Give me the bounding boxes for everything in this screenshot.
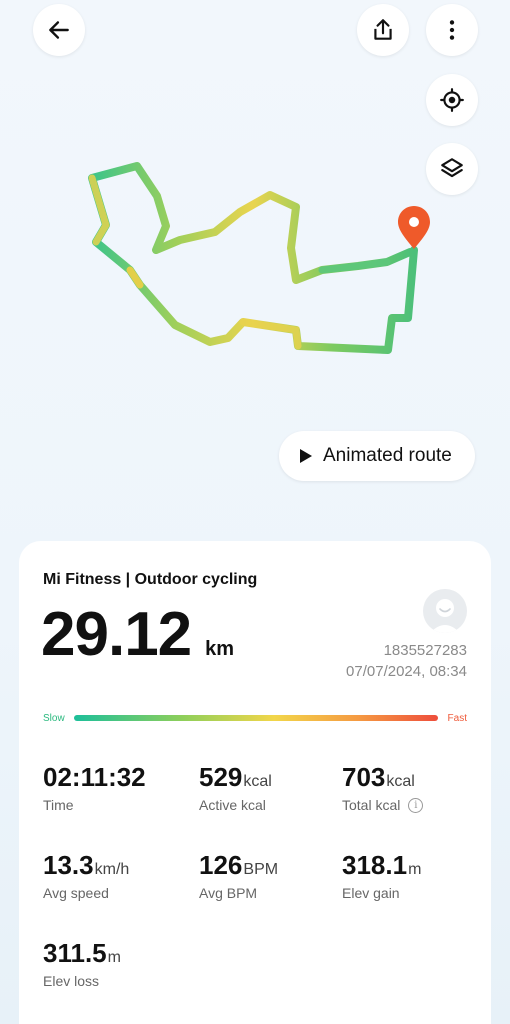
stat-label: Total kcal i [342, 797, 424, 813]
stat-value: 703kcal [342, 762, 415, 792]
stat-value: 311.5m [43, 938, 121, 968]
stat-label: Avg BPM [199, 885, 258, 901]
stat-avg-speed: 13.3km/h Avg speed [43, 850, 129, 901]
distance-value: 29.12 [41, 600, 192, 669]
user-id: 1835527283 [383, 642, 467, 659]
stat-value: 13.3km/h [43, 850, 130, 880]
stat-time: 02:11:32 Time [43, 762, 147, 813]
animated-route-button[interactable]: Animated route [279, 431, 475, 481]
workout-type-title: Mi Fitness | Outdoor cycling [43, 571, 258, 588]
map-layers-button[interactable] [426, 143, 478, 195]
workout-datetime: 07/07/2024, 08:34 [346, 663, 467, 680]
stat-label: Time [43, 797, 74, 813]
legend-fast-label: Fast [447, 713, 467, 724]
locate-icon [440, 88, 464, 112]
stat-total-kcal: 703kcal Total kcal i [342, 762, 424, 813]
back-button[interactable] [33, 4, 85, 56]
stat-label: Elev gain [342, 885, 400, 901]
layers-icon [441, 158, 463, 178]
stat-label: Avg speed [43, 885, 109, 901]
stat-elev-gain: 318.1m Elev gain [342, 850, 421, 901]
play-icon [300, 449, 312, 463]
share-button[interactable] [357, 4, 409, 56]
avatar[interactable] [423, 589, 467, 633]
distance-unit: km [205, 638, 235, 660]
stat-value: 529kcal [199, 762, 272, 792]
stat-value: 318.1m [342, 850, 422, 880]
stat-label: Active kcal [199, 797, 266, 813]
arrow-left-icon [49, 21, 69, 39]
stat-label: Elev loss [43, 973, 100, 989]
locate-button[interactable] [426, 74, 478, 126]
distance-display: 29.12 km [41, 599, 234, 670]
share-icon [374, 19, 392, 40]
legend-slow-label: Slow [43, 713, 65, 724]
stat-value: 02:11:32 [43, 762, 146, 792]
speed-gradient-bar [74, 715, 438, 721]
user-avatar-icon [430, 599, 460, 633]
end-marker [398, 206, 430, 249]
more-options-button[interactable] [426, 4, 478, 56]
location-pin-icon [398, 206, 430, 249]
stat-avg-bpm: 126BPM Avg BPM [199, 850, 278, 901]
stat-active-kcal: 529kcal Active kcal [199, 762, 272, 813]
workout-summary-card: Mi Fitness | Outdoor cycling 29.12 km 18… [19, 541, 491, 1024]
stat-elev-loss: 311.5m Elev loss [43, 938, 121, 989]
animated-route-label: Animated route [323, 445, 452, 466]
stat-value: 126BPM [199, 850, 279, 880]
more-vertical-icon [449, 20, 455, 40]
info-icon[interactable]: i [408, 797, 424, 813]
